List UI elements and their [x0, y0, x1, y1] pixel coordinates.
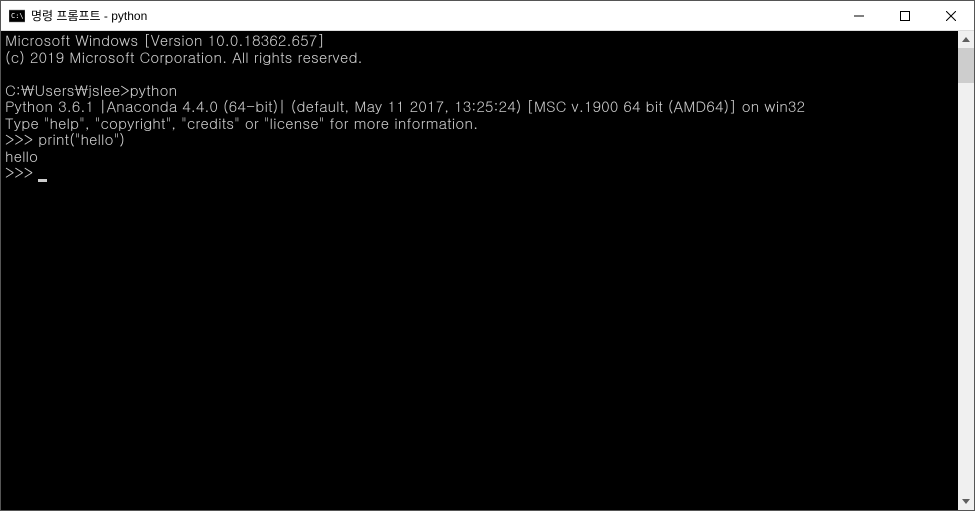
cursor [38, 179, 47, 182]
scroll-up-arrow[interactable] [958, 31, 974, 48]
cmd-icon: C:\ [9, 8, 25, 24]
console-prompt: >>> [5, 162, 38, 183]
window-title: 명령 프롬프트 - python [31, 7, 836, 24]
console-line: (c) 2019 Microsoft Corporation. All righ… [5, 47, 363, 68]
maximize-button[interactable] [882, 1, 928, 30]
scroll-down-arrow[interactable] [958, 493, 974, 510]
command-prompt-window: C:\ 명령 프롬프트 - python Microsoft Windows [… [0, 0, 975, 511]
window-controls [836, 1, 974, 30]
vertical-scrollbar[interactable] [958, 31, 974, 510]
console-output[interactable]: Microsoft Windows [Version 10.0.18362.65… [1, 31, 958, 510]
minimize-button[interactable] [836, 1, 882, 30]
scroll-thumb[interactable] [958, 48, 974, 83]
titlebar[interactable]: C:\ 명령 프롬프트 - python [1, 1, 974, 31]
scroll-track[interactable] [958, 48, 974, 493]
close-button[interactable] [928, 1, 974, 30]
svg-text:C:\: C:\ [11, 12, 24, 20]
console-area: Microsoft Windows [Version 10.0.18362.65… [1, 31, 974, 510]
